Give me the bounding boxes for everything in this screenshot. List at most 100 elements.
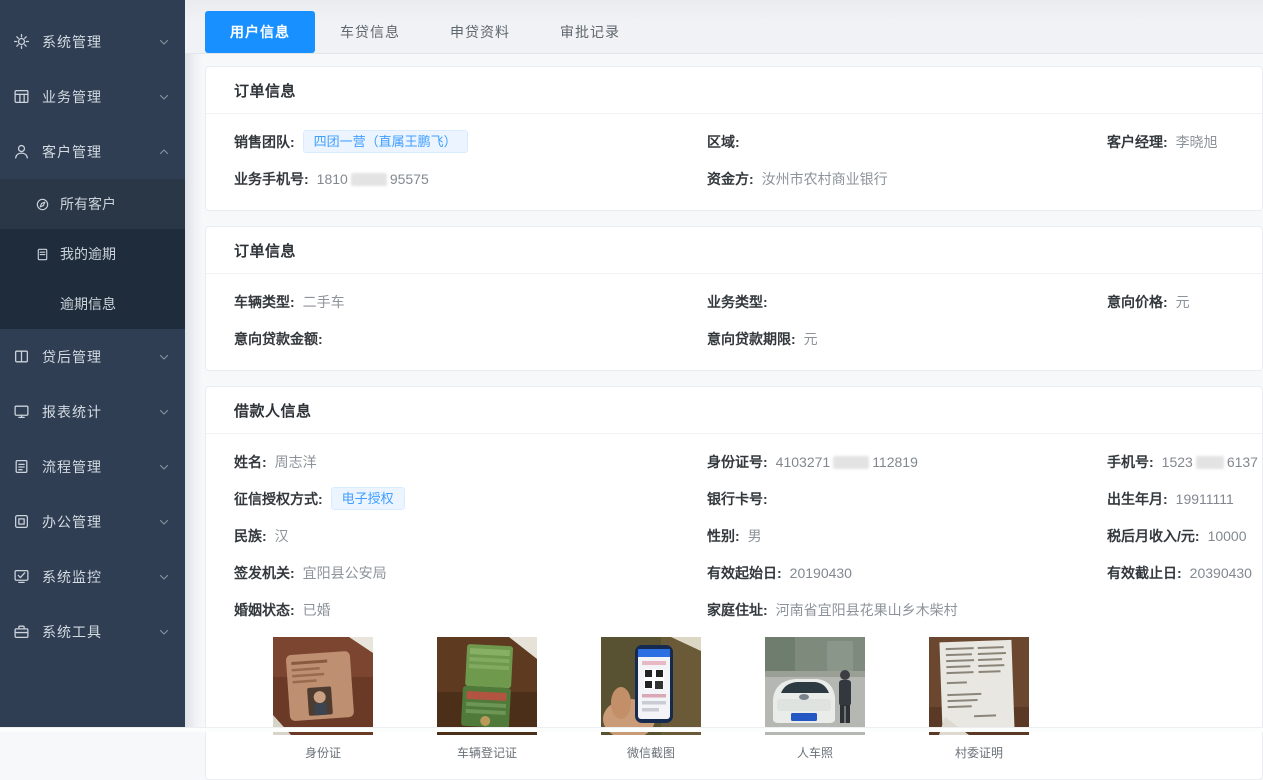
loan-term-label: 意向贷款期限: xyxy=(707,329,796,349)
issuing-authority-label: 签发机关: xyxy=(234,563,295,583)
sidebar-item-system-tools[interactable]: 系统工具 xyxy=(0,604,185,659)
valid-from-value: 20190430 xyxy=(790,565,852,581)
order-info-card: 订单信息 销售团队: 四团一营（直属王鹏飞） 区域: 客户经理: 李晓旭 xyxy=(205,66,1263,211)
sidebar-item-label: 我的逾期 xyxy=(60,244,116,264)
id-number-label: 身份证号: xyxy=(707,452,768,472)
chevron-down-icon xyxy=(158,91,170,103)
qr-auth-photo[interactable]: 微信截图 xyxy=(601,637,701,761)
redaction-mask xyxy=(1196,456,1224,469)
card-title: 订单信息 xyxy=(206,67,1262,114)
chevron-down-icon xyxy=(158,626,170,638)
chevron-down-icon xyxy=(158,461,170,473)
sidebar-item-label: 业务管理 xyxy=(42,87,158,107)
vehicle-type-label: 车辆类型: xyxy=(234,292,295,312)
card-title: 借款人信息 xyxy=(206,387,1262,434)
person-car-photo[interactable]: 人车照 xyxy=(765,637,865,761)
vehicle-cert-photo[interactable]: 车辆登记证 xyxy=(437,637,537,761)
business-phone-label: 业务手机号: xyxy=(234,169,309,189)
sidebar-item-postloan-mgmt[interactable]: 贷后管理 xyxy=(0,329,185,384)
redaction-mask xyxy=(351,173,387,186)
gender-label: 性别: xyxy=(707,526,740,546)
mobile-label: 手机号: xyxy=(1107,452,1154,472)
sidebar-item-system-mgmt[interactable]: 系统管理 xyxy=(0,14,185,69)
chevron-up-icon xyxy=(158,146,170,158)
issuing-authority-value: 宜阳县公安局 xyxy=(303,563,387,583)
horizontal-scrollbar-track[interactable] xyxy=(0,727,1263,732)
detail-tabbar: 用户信息 车贷信息 申贷资料 审批记录 xyxy=(185,0,1263,54)
chevron-down-icon xyxy=(158,351,170,363)
sidebar-item-label: 报表统计 xyxy=(42,402,158,422)
sidebar-item-customer-mgmt[interactable]: 客户管理 xyxy=(0,124,185,179)
sidebar-item-label: 系统监控 xyxy=(42,567,158,587)
grid-icon xyxy=(13,88,30,105)
tab-car-loan-info[interactable]: 车贷信息 xyxy=(315,11,425,53)
marital-status-value: 已婚 xyxy=(303,600,331,620)
sidebar-item-business-mgmt[interactable]: 业务管理 xyxy=(0,69,185,124)
sidebar-item-label: 客户管理 xyxy=(42,142,158,162)
sales-team-tag[interactable]: 四团一营（直属王鹏飞） xyxy=(303,130,468,153)
sidebar-item-process-mgmt[interactable]: 流程管理 xyxy=(0,439,185,494)
sidebar-item-label: 贷后管理 xyxy=(42,347,158,367)
clipboard-icon xyxy=(13,458,30,475)
user-icon xyxy=(13,143,30,160)
sales-team-label: 销售团队: xyxy=(234,132,295,152)
monitor-icon xyxy=(13,403,30,420)
customer-submenu: 所有客户 我的逾期 逾期信息 xyxy=(0,179,185,329)
funder-value: 汝州市农村商业银行 xyxy=(762,169,888,189)
id-card-photo[interactable]: 身份证 xyxy=(273,637,373,761)
mobile-value: 15236137 xyxy=(1162,454,1258,470)
chevron-down-icon xyxy=(158,406,170,418)
sidebar-item-all-customers[interactable]: 所有客户 xyxy=(0,179,185,229)
sidebar-item-system-monitor[interactable]: 系统监控 xyxy=(0,549,185,604)
main-area: 用户信息 车贷信息 申贷资料 审批记录 订单信息 销售团队: 四团一营（直属王鹏… xyxy=(185,0,1263,732)
sidebar-item-label: 流程管理 xyxy=(42,457,158,477)
marital-status-label: 婚姻状态: xyxy=(234,600,295,620)
sidebar-item-my-overdue[interactable]: 我的逾期 xyxy=(0,229,185,279)
sidebar-item-office-mgmt[interactable]: 办公管理 xyxy=(0,494,185,549)
card-title: 订单信息 xyxy=(206,227,1262,274)
sidebar: 系统管理 业务管理 客户管理 所有客户 我的逾期 逾期信息 xyxy=(0,0,185,732)
ethnicity-value: 汉 xyxy=(275,526,289,546)
loan-term-value: 元 xyxy=(804,329,818,349)
photo-caption: 微信截图 xyxy=(601,744,701,761)
document-photo[interactable]: 村委证明 xyxy=(929,637,1029,761)
credit-auth-tag: 电子授权 xyxy=(331,487,405,510)
sidebar-item-label: 系统工具 xyxy=(42,622,158,642)
vehicle-type-value: 二手车 xyxy=(303,292,345,312)
tab-user-info[interactable]: 用户信息 xyxy=(205,11,315,53)
chevron-down-icon xyxy=(158,36,170,48)
income-label: 税后月收入/元: xyxy=(1107,526,1200,546)
bank-card-label: 银行卡号: xyxy=(707,489,768,509)
home-address-label: 家庭住址: xyxy=(707,600,768,620)
monitor-check-icon xyxy=(13,568,30,585)
sidebar-item-label: 逾期信息 xyxy=(60,294,116,314)
account-manager-value: 李晓旭 xyxy=(1176,132,1218,152)
name-value: 周志洋 xyxy=(275,452,317,472)
home-address-value: 河南省宜阳县花果山乡木柴村 xyxy=(776,600,958,620)
business-phone-value: 181095575 xyxy=(317,171,429,187)
birth-value: 19911111 xyxy=(1176,491,1234,507)
business-type-label: 业务类型: xyxy=(707,292,768,312)
toolbox-icon xyxy=(13,623,30,640)
document-photos: 身份证 xyxy=(234,623,1234,761)
photo-caption: 人车照 xyxy=(765,744,865,761)
sidebar-item-label: 所有客户 xyxy=(60,194,116,214)
valid-to-label: 有效截止日: xyxy=(1107,563,1182,583)
sidebar-item-label: 办公管理 xyxy=(42,512,158,532)
loan-amount-label: 意向贷款金额: xyxy=(234,329,323,349)
sidebar-item-overdue-info[interactable]: 逾期信息 xyxy=(0,279,185,329)
valid-to-value: 20390430 xyxy=(1190,565,1252,581)
credit-auth-label: 征信授权方式: xyxy=(234,489,323,509)
intent-price-value: 元 xyxy=(1176,292,1190,312)
tab-approval-records[interactable]: 审批记录 xyxy=(535,11,645,53)
sidebar-item-report-stats[interactable]: 报表统计 xyxy=(0,384,185,439)
photo-caption: 村委证明 xyxy=(929,744,1029,761)
funder-label: 资金方: xyxy=(707,169,754,189)
redaction-mask xyxy=(833,456,869,469)
sidebar-item-label: 系统管理 xyxy=(42,32,158,52)
income-value: 10000 xyxy=(1208,528,1247,544)
compass-icon xyxy=(35,197,50,212)
notebook-icon xyxy=(35,247,50,262)
tab-loan-application-docs[interactable]: 申贷资料 xyxy=(425,11,535,53)
account-manager-label: 客户经理: xyxy=(1107,132,1168,152)
